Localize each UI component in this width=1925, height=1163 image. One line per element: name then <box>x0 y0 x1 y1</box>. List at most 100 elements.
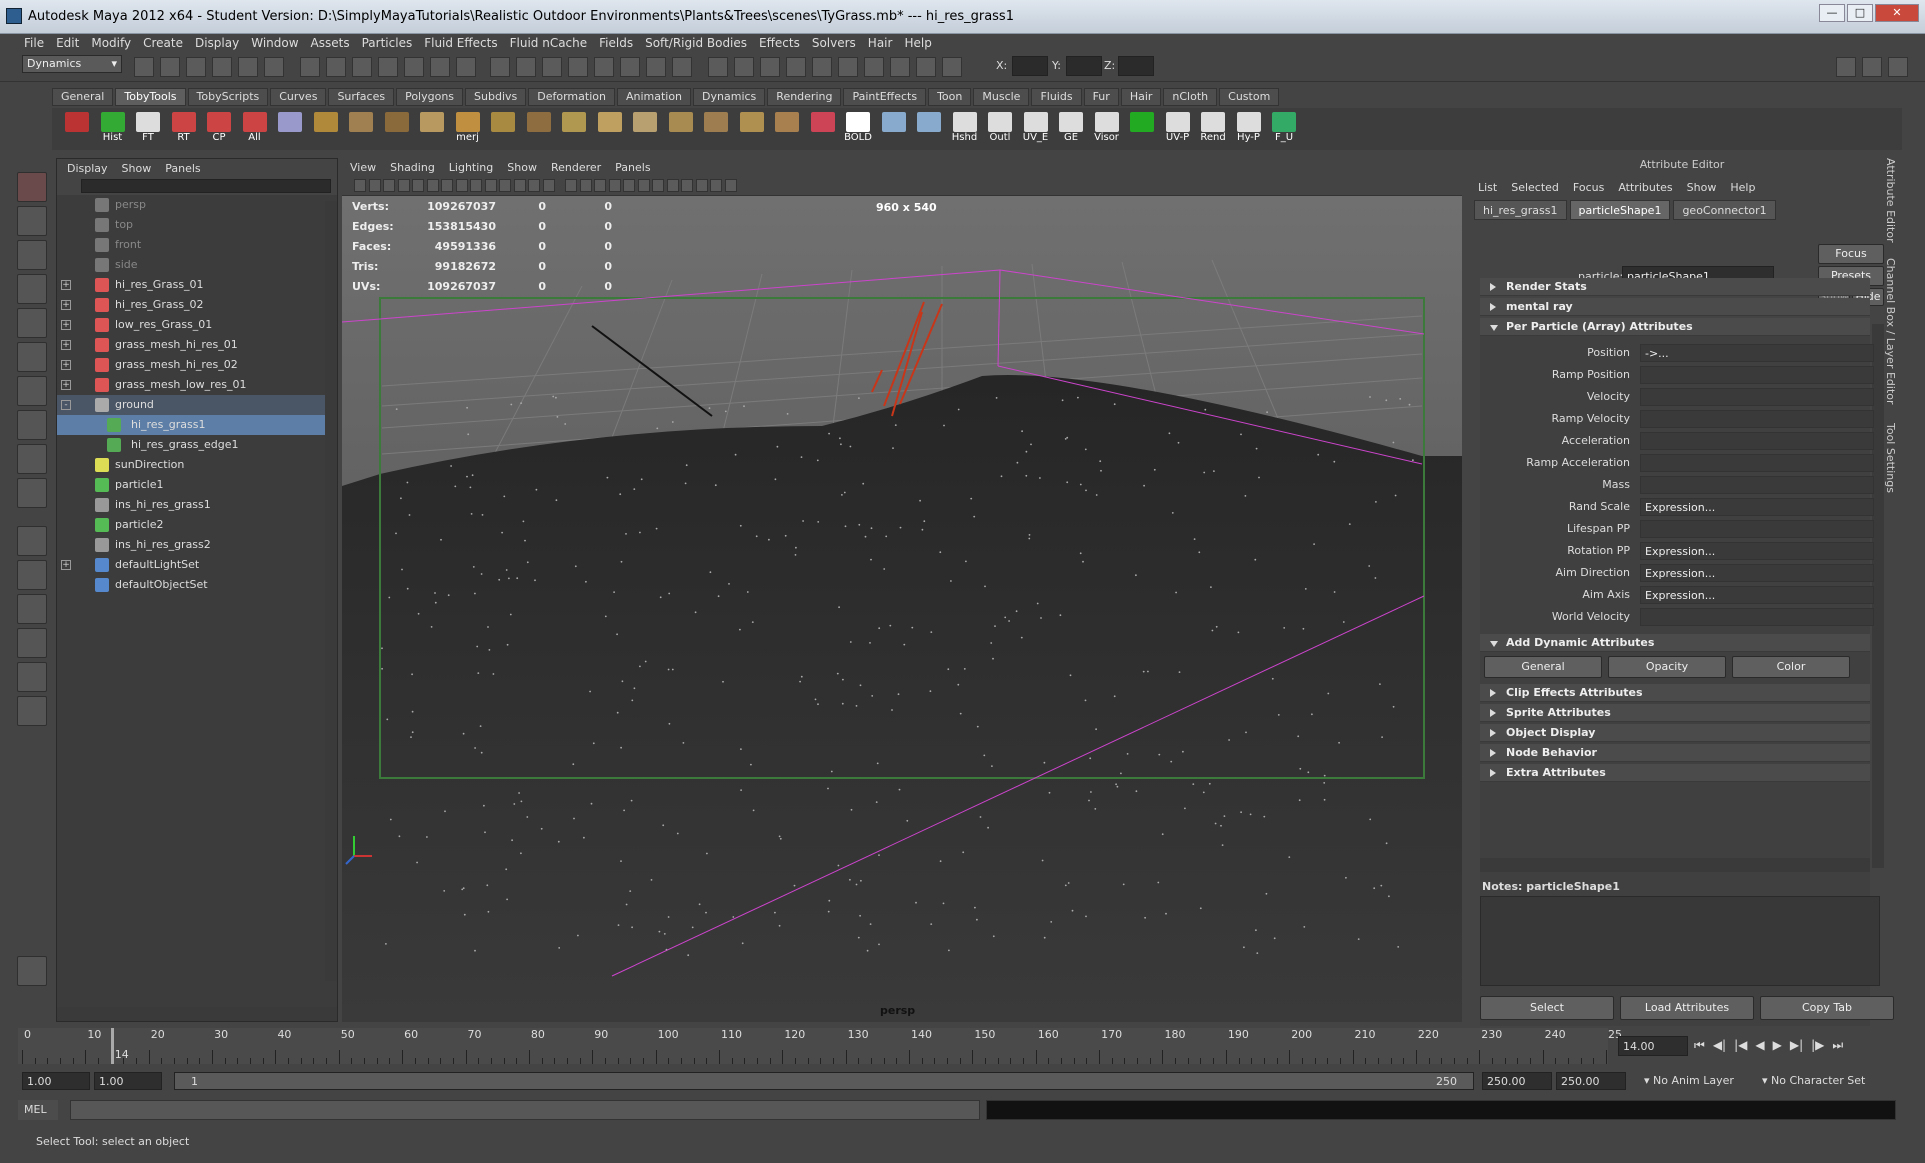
shelf-tab-tobytools[interactable]: TobyTools <box>115 88 186 106</box>
status-tool-icon[interactable] <box>542 57 562 77</box>
menu-hair[interactable]: Hair <box>862 36 899 50</box>
shelf-tab-muscle[interactable]: Muscle <box>973 88 1030 106</box>
side-tab-attribute-editor[interactable]: Attribute Editor <box>1884 158 1897 243</box>
expand-toggle-icon[interactable]: - <box>61 400 71 410</box>
perspective-viewport[interactable]: View Shading Lighting Show Renderer Panels Ve… <box>342 158 1462 1022</box>
attr-value-field[interactable] <box>1640 476 1874 494</box>
go-to-end-icon[interactable]: ⏭ <box>1832 1038 1843 1053</box>
hypershade-layout-icon[interactable] <box>17 662 47 692</box>
outliner-scrollbar[interactable] <box>325 201 337 981</box>
shelf-button-bold-icon[interactable]: BOLD <box>843 112 873 144</box>
shelf-tab-painteffects[interactable]: PaintEffects <box>843 88 927 106</box>
attr-value-field[interactable]: Expression... <box>1640 586 1874 604</box>
shelf-button-6-icon[interactable] <box>275 112 305 144</box>
status-tool-icon[interactable] <box>734 57 754 77</box>
move-tool-icon[interactable] <box>17 274 47 304</box>
lasso-tool-icon[interactable] <box>17 206 47 236</box>
outliner-item-grass-mesh-hi-res-01[interactable]: + grass_mesh_hi_res_01 <box>57 335 337 355</box>
character-set-dropdown[interactable]: ▾ No Character Set <box>1758 1072 1892 1090</box>
last-tool-icon[interactable] <box>17 478 47 508</box>
x-field[interactable] <box>1012 56 1048 76</box>
viewport-tool-icon[interactable] <box>354 179 366 192</box>
attr-menu-list[interactable]: List <box>1478 181 1497 194</box>
expand-toggle-icon[interactable]: + <box>61 280 71 290</box>
shelf-button-0-icon[interactable] <box>62 112 92 144</box>
shelf-tab-fur[interactable]: Fur <box>1083 88 1119 106</box>
viewport-tool-icon[interactable] <box>470 179 482 192</box>
play-back-icon[interactable]: ◀ <box>1755 1038 1764 1053</box>
attr-value-field[interactable] <box>1640 366 1874 384</box>
shelf-tab-animation[interactable]: Animation <box>616 88 692 106</box>
menu-particles[interactable]: Particles <box>356 36 419 50</box>
outliner-layout-icon[interactable] <box>17 594 47 624</box>
add-attr-general-button[interactable]: General <box>1484 656 1602 678</box>
shelf-button-17-icon[interactable] <box>666 112 696 144</box>
shelf-tab-surfaces[interactable]: Surfaces <box>328 88 395 106</box>
outliner-item-low-res-grass-01[interactable]: + low_res_Grass_01 <box>57 315 337 335</box>
attr-menu-attributes[interactable]: Attributes <box>1618 181 1672 194</box>
outliner-menu-show[interactable]: Show <box>122 162 152 175</box>
play-forward-icon[interactable]: ▶ <box>1773 1038 1782 1053</box>
soft-mod-icon[interactable] <box>17 410 47 440</box>
section-add-dynamic-attributes[interactable]: Add Dynamic Attributes <box>1480 634 1870 652</box>
outliner-item-ground[interactable]: - ground <box>57 395 337 415</box>
status-tool-icon[interactable] <box>264 57 284 77</box>
shelf-tab-custom[interactable]: Custom <box>1219 88 1280 106</box>
expand-toggle-icon[interactable]: + <box>61 560 71 570</box>
shelf-tab-polygons[interactable]: Polygons <box>396 88 464 106</box>
close-button[interactable]: ✕ <box>1875 4 1919 22</box>
script-editor-icon[interactable] <box>17 956 47 986</box>
step-forward-key-icon[interactable]: ▶| <box>1790 1038 1803 1053</box>
shelf-tab-rendering[interactable]: Rendering <box>767 88 842 106</box>
outliner-item-particle2[interactable]: particle2 <box>57 515 337 535</box>
outliner-item-hi-res-grass1[interactable]: hi_res_grass1 <box>57 415 337 435</box>
viewport-menu-shading[interactable]: Shading <box>390 161 435 174</box>
viewport-tool-icon[interactable] <box>484 179 497 192</box>
shelf-button-14-icon[interactable] <box>559 112 589 144</box>
attr-value-field[interactable] <box>1640 608 1874 626</box>
status-tool-icon[interactable] <box>646 57 666 77</box>
section-per-particle-array-attributes[interactable]: Per Particle (Array) Attributes <box>1480 318 1870 336</box>
shelf-tab-subdivs[interactable]: Subdivs <box>465 88 527 106</box>
go-to-start-icon[interactable]: ⏮ <box>1694 1038 1705 1053</box>
shelf-button-23-icon[interactable] <box>879 112 909 144</box>
shelf-tab-general[interactable]: General <box>52 88 114 106</box>
viewport-tool-icon[interactable] <box>623 179 635 192</box>
range-bar[interactable]: 1 250 <box>174 1072 1474 1090</box>
select-tool-icon[interactable] <box>17 172 47 202</box>
shelf-button-ge-icon[interactable]: GE <box>1056 112 1086 144</box>
single-view-layout-icon[interactable] <box>17 526 47 556</box>
status-tool-icon[interactable] <box>594 57 614 77</box>
menu-effects[interactable]: Effects <box>753 36 806 50</box>
viewport-tool-icon[interactable] <box>528 179 540 192</box>
shelf-tab-fluids[interactable]: Fluids <box>1031 88 1082 106</box>
status-tool-icon[interactable] <box>186 57 206 77</box>
menu-create[interactable]: Create <box>137 36 189 50</box>
status-tool-icon[interactable] <box>238 57 258 77</box>
attr-h-scrollbar[interactable] <box>1480 858 1870 872</box>
shelf-button-30-icon[interactable] <box>1127 112 1157 144</box>
menu-fluid-ncache[interactable]: Fluid nCache <box>504 36 594 50</box>
add-attr-opacity-button[interactable]: Opacity <box>1608 656 1726 678</box>
viewport-tool-icon[interactable] <box>710 179 722 192</box>
section-object-display[interactable]: Object Display <box>1480 724 1870 742</box>
four-view-layout-icon[interactable] <box>17 560 47 590</box>
persp-graph-layout-icon[interactable] <box>17 628 47 658</box>
viewport-tool-icon[interactable] <box>513 179 526 192</box>
outliner-item-particle1[interactable]: particle1 <box>57 475 337 495</box>
shelf-button-24-icon[interactable] <box>914 112 944 144</box>
minimize-button[interactable]: — <box>1819 4 1845 22</box>
graph-layout-icon[interactable] <box>17 696 47 726</box>
shelf-tab-dynamics[interactable]: Dynamics <box>693 88 766 106</box>
maximize-button[interactable]: □ <box>1847 4 1873 22</box>
viewport-tool-icon[interactable] <box>455 179 468 192</box>
attr-select-button[interactable]: Select <box>1480 996 1614 1020</box>
shelf-button-19-icon[interactable] <box>737 112 767 144</box>
attr-menu-show[interactable]: Show <box>1687 181 1717 194</box>
attr-value-field[interactable] <box>1640 432 1874 450</box>
rotate-tool-icon[interactable] <box>17 308 47 338</box>
viewport-tool-icon[interactable] <box>565 179 577 192</box>
outliner-item-defaultlightset[interactable]: + defaultLightSet <box>57 555 337 575</box>
current-frame-field[interactable]: 14.00 <box>1618 1036 1688 1056</box>
playback-start-field[interactable]: 1.00 <box>94 1072 162 1090</box>
